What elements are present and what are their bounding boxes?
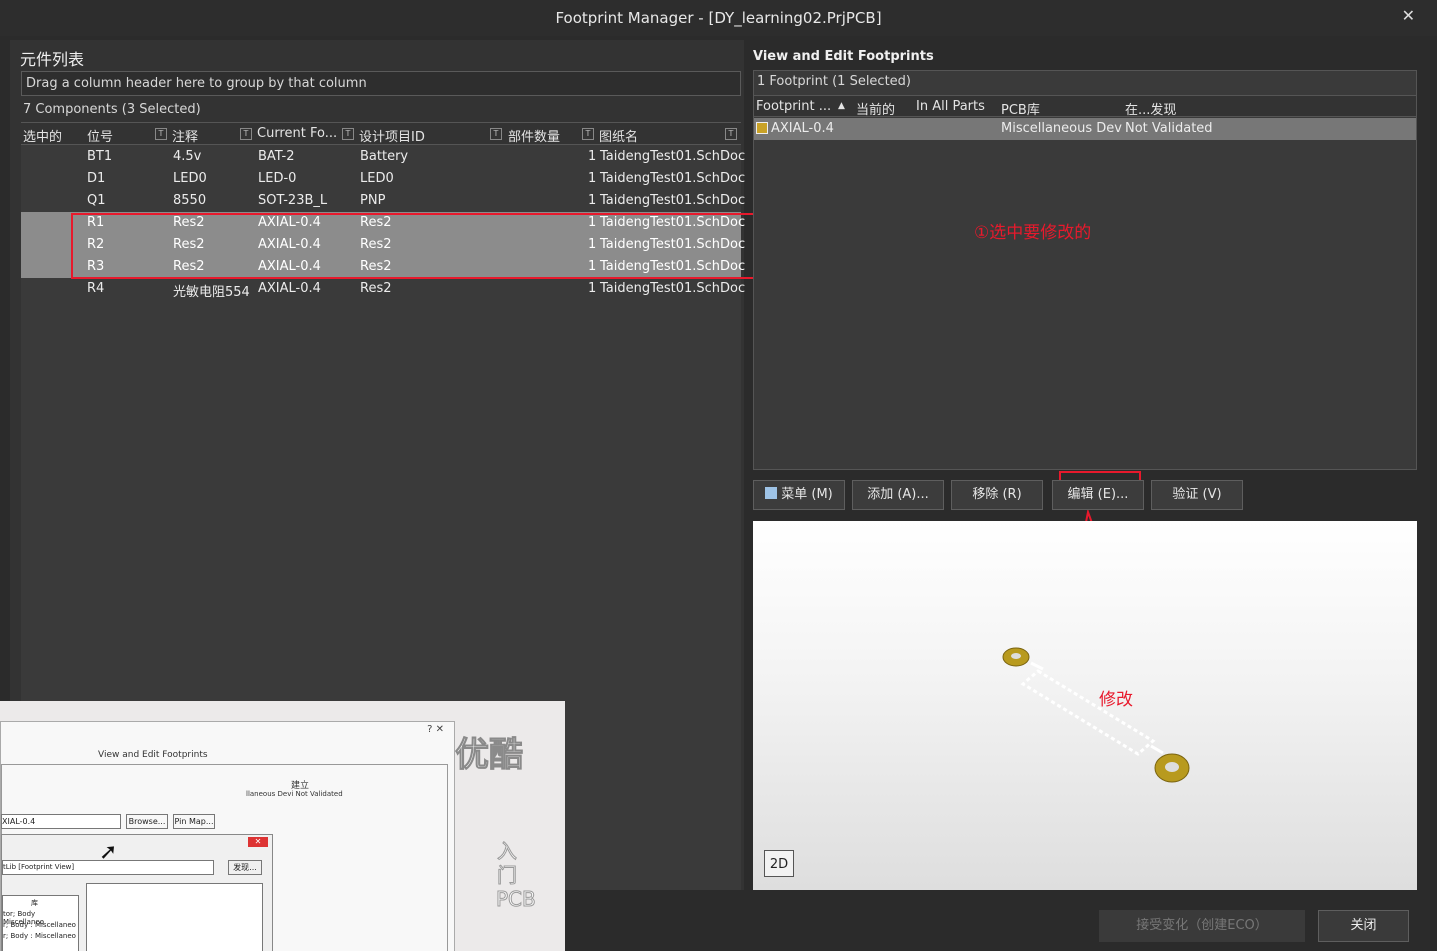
- youku-watermark: 优酷: [455, 735, 524, 776]
- thumbnail-col2: 库: [31, 899, 38, 907]
- col-current[interactable]: 当前的: [856, 99, 895, 118]
- remove-button[interactable]: 移除 (R): [951, 480, 1043, 510]
- vertical-title: 入门PCB: [496, 839, 537, 912]
- edit-button[interactable]: 编辑 (E)...: [1052, 480, 1144, 510]
- thumbnail-line-3: r; Body : Miscellaneo: [3, 932, 76, 940]
- selection-highlight-box: [71, 213, 776, 279]
- video-thumbnail-overlay: ? ✕ View and Edit Footprints 建立 llaneous…: [0, 701, 565, 951]
- thumbnail-value-field: XIAL-0.4: [1, 814, 121, 829]
- thumbnail-found-text: llaneous Devi Not Validated: [246, 790, 343, 798]
- menu-button[interactable]: 菜单 (M): [753, 480, 845, 510]
- view-edit-footprints-heading: View and Edit Footprints: [753, 49, 934, 64]
- mouse-cursor-icon: ➚: [99, 840, 118, 865]
- accept-changes-button[interactable]: 接受变化（创建ECO）: [1099, 910, 1305, 942]
- thumbnail-subdialog: ✕ tLib [Footprint View] 发现... 库 tor; Bod…: [1, 834, 273, 951]
- thumbnail-dialog: ? ✕ View and Edit Footprints 建立 llaneous…: [0, 721, 455, 951]
- footprint-library: Miscellaneous Devic: [1001, 121, 1122, 136]
- close-button[interactable]: 关闭: [1318, 910, 1409, 942]
- thumbnail-pinmap-button: Pin Map...: [173, 814, 215, 829]
- footprint-grid-header: Footprint ... ▲ 当前的 In All Parts PCB库 在.…: [754, 95, 1416, 118]
- menu-button-label: 菜单 (M): [781, 487, 833, 502]
- footprint-row[interactable]: AXIAL-0.4 Miscellaneous Devic Not Valida…: [754, 118, 1416, 140]
- col-in-all-parts[interactable]: In All Parts: [916, 99, 985, 114]
- footprint-name: AXIAL-0.4: [771, 121, 834, 136]
- edit-annotation: 修改: [1099, 690, 1133, 710]
- thumbnail-list-left: 库 tor; Body Miscellaneo r; Body : Miscel…: [2, 895, 79, 951]
- thumbnail-heading: View and Edit Footprints: [98, 750, 208, 760]
- footprint-count: 1 Footprint (1 Selected): [757, 74, 912, 89]
- view-2d-toggle[interactable]: 2D: [764, 850, 794, 877]
- add-button[interactable]: 添加 (A)...: [852, 480, 944, 510]
- footprint-3d-view: [1002, 647, 1190, 783]
- thumbnail-browse-button: Browse...: [126, 814, 168, 829]
- thumbnail-line-2: r; Body : Miscellaneo: [3, 921, 76, 929]
- select-annotation: ①选中要修改的: [974, 223, 1092, 243]
- thumbnail-find-button: 发现...: [228, 860, 262, 875]
- sort-asc-icon[interactable]: ▲: [838, 101, 845, 111]
- col-pcb-library[interactable]: PCB库: [1001, 99, 1040, 118]
- footprint-icon: [756, 122, 768, 134]
- thumbnail-preview: [86, 883, 263, 951]
- thumbnail-help-close-icons: ? ✕: [427, 724, 444, 735]
- footprint-found-in: Not Validated: [1125, 121, 1213, 136]
- col-found-in[interactable]: 在...发现: [1125, 99, 1176, 118]
- thumbnail-close-icon: ✕: [248, 837, 268, 847]
- menu-icon: [765, 487, 778, 499]
- footprint-preview[interactable]: [753, 521, 1417, 890]
- validate-button[interactable]: 验证 (V): [1151, 480, 1243, 510]
- footprint-body-outline: [1020, 669, 1156, 756]
- col-footprint[interactable]: Footprint ...: [756, 99, 831, 114]
